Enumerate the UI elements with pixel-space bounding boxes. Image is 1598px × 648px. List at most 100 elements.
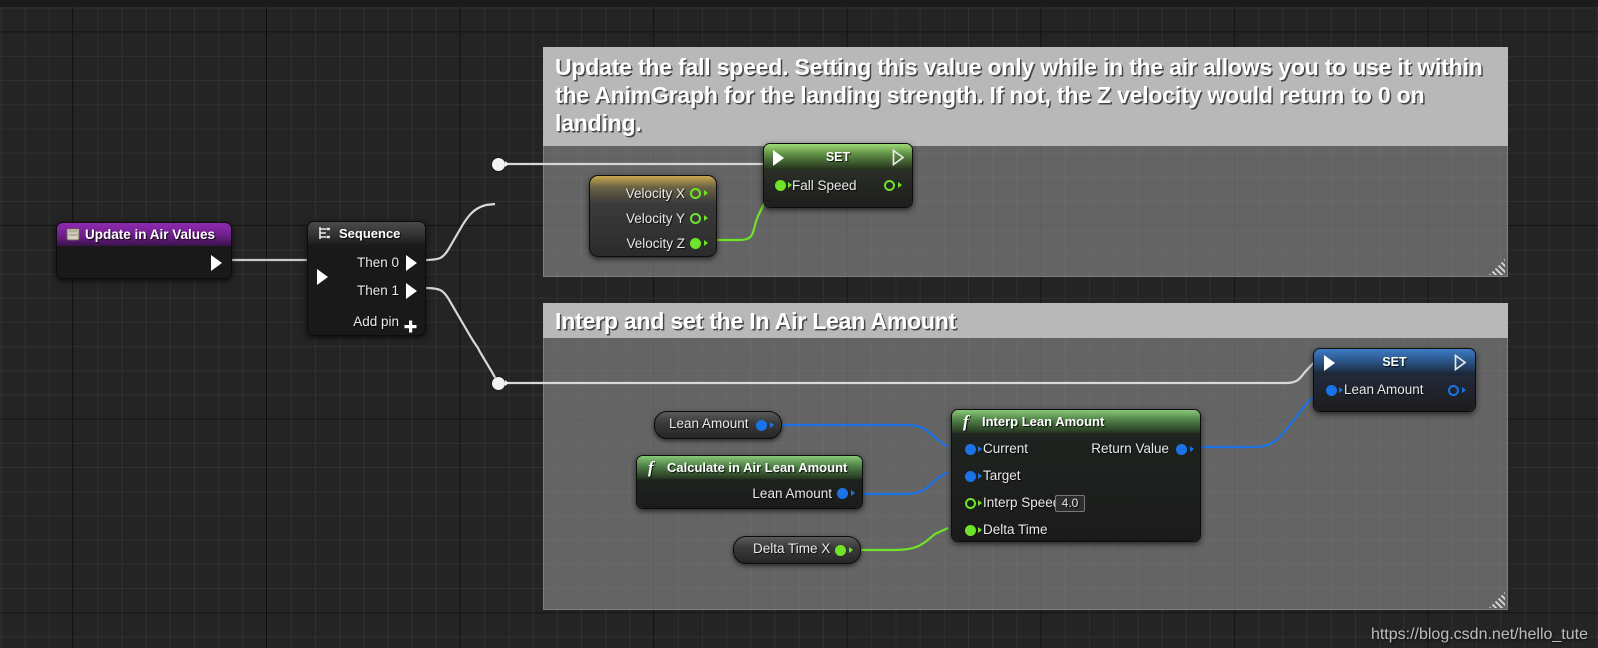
- pin-label: Then 0: [356, 255, 399, 270]
- exec-out-pin-then-1[interactable]: [406, 283, 417, 299]
- pin-label: Velocity X: [625, 186, 685, 201]
- function-event-icon: [65, 223, 81, 246]
- node-pin-velocity-x[interactable]: Velocity X: [590, 181, 716, 206]
- node-header: SET: [764, 144, 912, 170]
- node-sequence[interactable]: Sequence Then 0 Then 1 Add pin: [307, 221, 426, 336]
- pin-delta-time[interactable]: [965, 525, 976, 536]
- node-body: Lean Amount: [1314, 353, 1475, 411]
- node-set-fall-speed[interactable]: SET Fall Speed: [763, 143, 913, 208]
- node-pin-delta-time[interactable]: Delta Time: [952, 517, 1200, 541]
- node-header: SET: [1314, 349, 1475, 375]
- pin-arrow: [978, 527, 982, 533]
- node-get-lean-amount[interactable]: Lean Amount: [654, 411, 782, 439]
- variable-label: Delta Time X: [753, 541, 831, 556]
- exec-in-pin[interactable]: [1324, 355, 1335, 371]
- node-interp-lean-amount[interactable]: f Interp Lean Amount Current Return Valu…: [951, 409, 1201, 542]
- node-header: Sequence: [308, 222, 425, 245]
- exec-in-pin[interactable]: [773, 150, 784, 166]
- graph-top-strip: [0, 0, 1598, 7]
- pin-label: Interp Speed: [983, 495, 1061, 510]
- pin-current[interactable]: [965, 444, 976, 455]
- pin-label: Target: [983, 468, 1021, 483]
- node-header: f Interp Lean Amount: [952, 410, 1200, 433]
- node-header: f Calculate in Air Lean Amount: [637, 456, 862, 479]
- exec-out-pin[interactable]: [211, 255, 222, 271]
- exec-out-pin-then-0[interactable]: [406, 255, 417, 271]
- pin-velocity-x[interactable]: [690, 188, 701, 199]
- exec-out-pin[interactable]: [1454, 353, 1467, 376]
- comment-title-lean-amount: Interp and set the In Air Lean Amount: [543, 303, 1508, 338]
- pin-lean-amount-out[interactable]: [1448, 385, 1459, 396]
- pin-delta-time-x-out[interactable]: [835, 545, 846, 556]
- pin-label: Velocity Z: [626, 236, 685, 251]
- pin-label: Then 1: [356, 283, 399, 298]
- node-set-lean-amount[interactable]: SET Lean Amount: [1313, 348, 1476, 412]
- function-icon: f: [960, 410, 976, 433]
- node-pin-lean-amount[interactable]: Lean Amount: [1314, 375, 1475, 402]
- node-calculate-in-air-lean-amount[interactable]: f Calculate in Air Lean Amount Lean Amou…: [636, 455, 863, 509]
- pin-label: Current: [983, 441, 1029, 456]
- reroute-knot-then0[interactable]: [492, 158, 505, 171]
- pin-fall-speed-out[interactable]: [884, 180, 895, 191]
- node-body: [57, 246, 231, 278]
- node-velocity[interactable]: Velocity X Velocity Y Velocity Z: [589, 175, 717, 257]
- node-pin-velocity-z[interactable]: Velocity Z: [590, 231, 716, 256]
- node-pin-then-1[interactable]: Then 1: [308, 277, 425, 305]
- pin-label-return-value: Return Value: [1091, 441, 1169, 456]
- comment-title-fall-speed: Update the fall speed. Setting this valu…: [543, 47, 1508, 146]
- plus-icon[interactable]: [403, 313, 418, 335]
- pin-target[interactable]: [965, 471, 976, 482]
- pin-label: Lean Amount: [752, 486, 832, 501]
- pin-arrow: [849, 547, 853, 553]
- interp-speed-value-input[interactable]: 4.0: [1055, 495, 1085, 512]
- function-icon: f: [645, 456, 661, 479]
- pin-arrow: [704, 190, 708, 196]
- exec-out-pin[interactable]: [892, 148, 905, 171]
- node-body: Then 0 Then 1 Add pin: [308, 245, 425, 335]
- node-pin-fall-speed[interactable]: Fall Speed: [764, 170, 912, 198]
- node-body: Current Return Value Target Interp Speed…: [952, 433, 1200, 541]
- node-add-pin[interactable]: Add pin: [308, 305, 425, 335]
- svg-text:f: f: [648, 458, 656, 477]
- node-update-in-air-values[interactable]: Update in Air Values: [56, 222, 232, 279]
- pin-label: Delta Time: [983, 522, 1048, 537]
- node-title: SET: [825, 150, 851, 164]
- node-pin-target[interactable]: Target: [952, 463, 1200, 490]
- add-pin-label: Add pin: [353, 314, 399, 329]
- node-title: Update in Air Values: [85, 227, 216, 242]
- node-title: Calculate in Air Lean Amount: [667, 460, 848, 475]
- node-title: SET: [1382, 355, 1407, 369]
- reroute-knot-then0-arrow: [505, 161, 509, 167]
- pin-interp-speed[interactable]: [965, 498, 976, 509]
- pin-arrow: [704, 240, 708, 246]
- pin-velocity-y[interactable]: [690, 213, 701, 224]
- pin-arrow: [1190, 446, 1194, 452]
- pin-label: Lean Amount: [1344, 382, 1424, 397]
- node-pin-current[interactable]: Current Return Value: [952, 436, 1200, 463]
- pin-arrow: [978, 473, 982, 479]
- pin-return-value[interactable]: [1176, 444, 1187, 455]
- blueprint-graph-canvas[interactable]: Update the fall speed. Setting this valu…: [0, 0, 1598, 648]
- node-header: Update in Air Values: [57, 223, 231, 246]
- pin-arrow: [704, 215, 708, 221]
- pin-lean-amount-in[interactable]: [1326, 385, 1337, 396]
- pin-out[interactable]: [837, 488, 848, 499]
- pin-arrow: [978, 500, 982, 506]
- pin-velocity-z[interactable]: [690, 238, 701, 249]
- pin-fall-speed-in[interactable]: [775, 180, 786, 191]
- pin-arrow: [770, 422, 774, 428]
- sequence-icon: [316, 222, 332, 245]
- node-pin-then-0[interactable]: Then 0: [308, 249, 425, 277]
- pin-arrow-out: [898, 182, 902, 188]
- pin-arrow-out: [1462, 387, 1466, 393]
- node-pin-lean-amount-out[interactable]: Lean Amount: [637, 479, 862, 506]
- node-body: Velocity X Velocity Y Velocity Z: [590, 176, 716, 256]
- node-pin-velocity-y[interactable]: Velocity Y: [590, 206, 716, 231]
- node-get-delta-time-x[interactable]: Delta Time X: [733, 536, 861, 564]
- node-pin-interp-speed[interactable]: Interp Speed 4.0: [952, 490, 1200, 517]
- variable-label: Lean Amount: [669, 416, 749, 431]
- pin-label: Velocity Y: [625, 211, 685, 226]
- reroute-knot-then1[interactable]: [492, 377, 505, 390]
- node-title: Sequence: [339, 226, 401, 241]
- pin-lean-amount-out[interactable]: [756, 420, 767, 431]
